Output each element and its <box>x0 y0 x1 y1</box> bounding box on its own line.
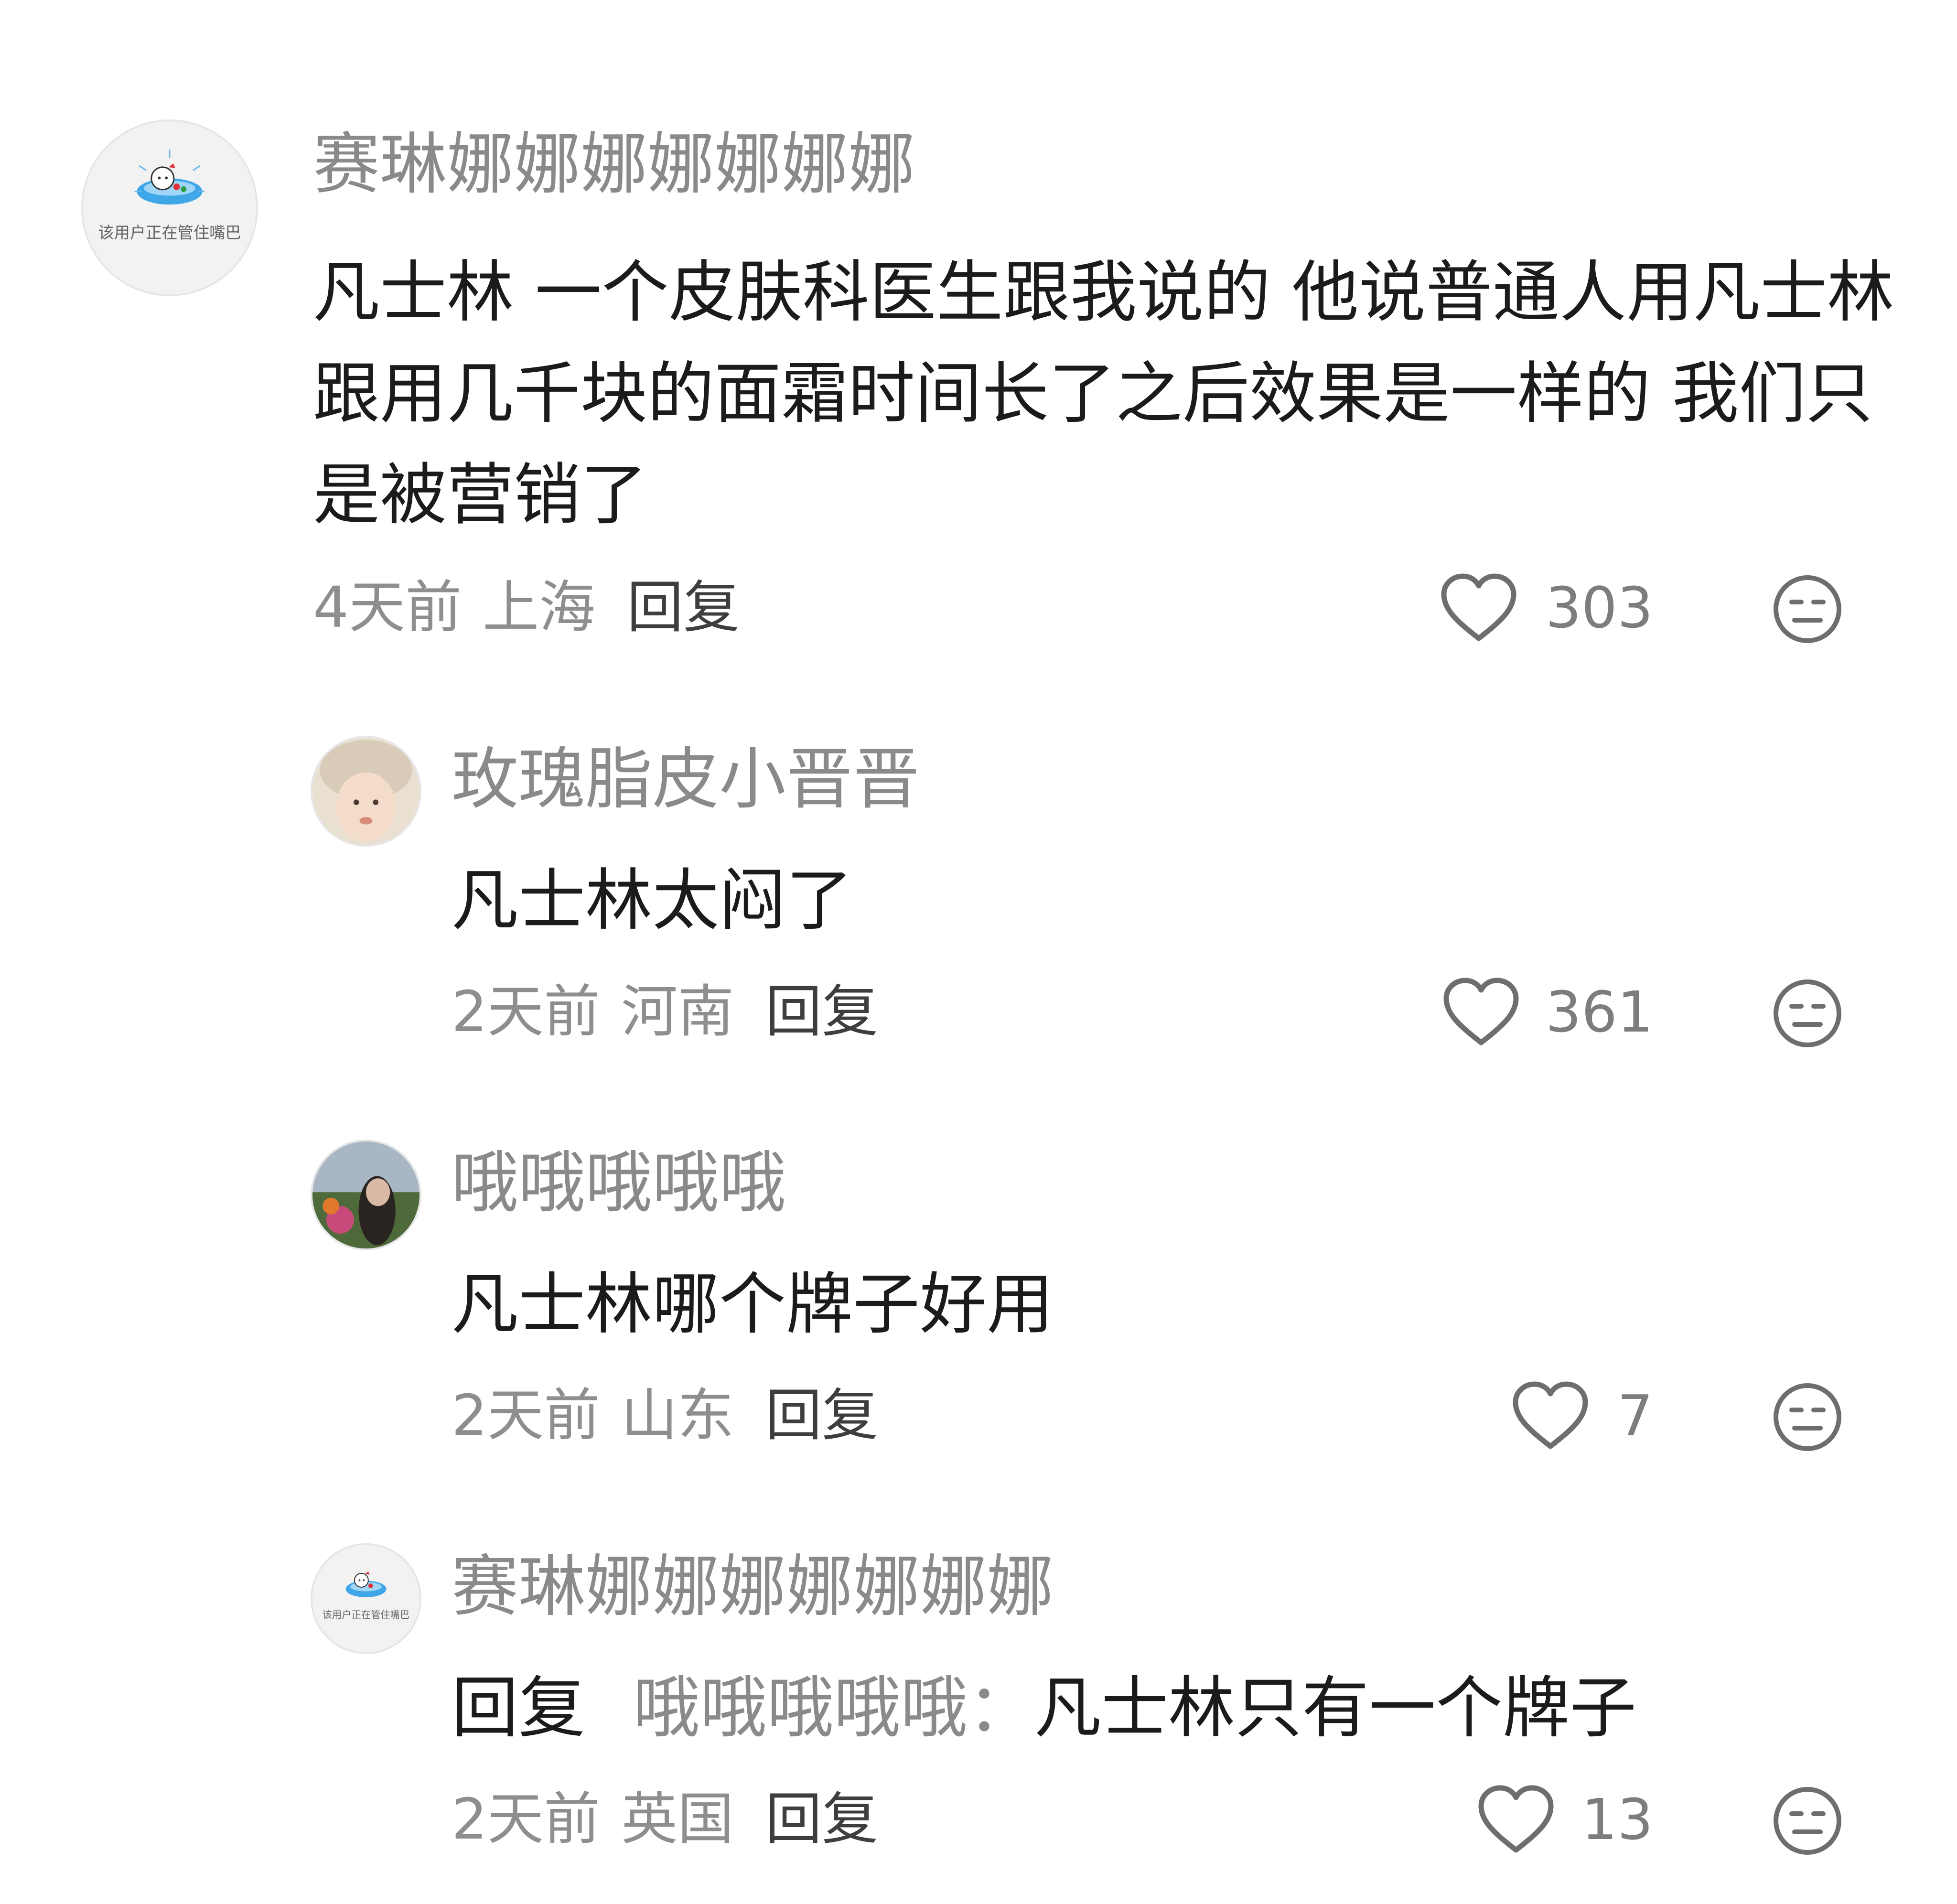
neutral-face-icon <box>1774 979 1841 1047</box>
comment-time: 2天前 <box>452 979 601 1044</box>
comment-text: 凡士林哪个牌子好用 <box>452 1266 1054 1344</box>
like-count: 303 <box>1545 575 1653 641</box>
comment-username[interactable]: 赛琳娜娜娜娜娜娜娜 <box>313 131 915 198</box>
child-photo-icon <box>312 738 419 845</box>
like-button[interactable] <box>1441 976 1522 1047</box>
avatar[interactable]: 该用户正在管住嘴巴 <box>81 119 258 296</box>
comment-location: 河南 <box>621 979 734 1044</box>
comment-location: 英国 <box>621 1786 734 1852</box>
comment-location: 山东 <box>621 1382 734 1448</box>
garden-photo-icon <box>312 1141 419 1248</box>
comment-time: 2天前 <box>452 1786 601 1852</box>
comment-text: 凡士林太闷了 <box>452 862 853 940</box>
like-button[interactable] <box>1438 571 1519 643</box>
reply-button[interactable]: 回复 <box>765 1786 878 1852</box>
like-count: 361 <box>1545 979 1653 1045</box>
hello-kitty-pool-icon: 该用户正在管住嘴巴 <box>312 1545 419 1652</box>
neutral-face-icon <box>1774 1787 1841 1855</box>
comment-meta: 4天前 上海 回复 <box>313 579 740 635</box>
reply-item: 玫瑰脂皮小晋晋 凡士林太闷了 2天前 河南 回复 361 <box>0 717 1957 1089</box>
dislike-button[interactable] <box>1772 1785 1843 1857</box>
comment-text: 凡士林只有一个牌子 <box>1034 1669 1637 1747</box>
like-count: 13 <box>1581 1786 1653 1852</box>
neutral-face-icon <box>1774 1383 1841 1451</box>
neutral-face-icon <box>1774 575 1841 643</box>
comment-text-block: 回复 哦哦哦哦哦：凡士林只有一个牌子 <box>452 1658 1933 1759</box>
hello-kitty-pool-icon: 该用户正在管住嘴巴 <box>83 121 256 294</box>
avatar-caption: 该用户正在管住嘴巴 <box>323 1610 409 1621</box>
comment-username[interactable]: 玫瑰脂皮小晋晋 <box>452 746 920 813</box>
comment-location: 上海 <box>483 574 596 640</box>
comment-username[interactable]: 哦哦哦哦哦 <box>452 1150 786 1217</box>
reply-button[interactable]: 回复 <box>627 574 740 640</box>
comment-meta: 2天前 英国 回复 <box>452 1791 878 1847</box>
reply-button[interactable]: 回复 <box>765 1382 878 1448</box>
comment-text: 凡士林 一个皮肤科医生跟我说的 他说普通人用凡士林跟用几千块的面霜时间长了之后效… <box>313 254 1894 534</box>
reply-item: 哦哦哦哦哦 凡士林哪个牌子好用 2天前 山东 回复 7 <box>0 1120 1957 1493</box>
comment-username[interactable]: 赛琳娜娜娜娜娜娜娜 <box>452 1554 1054 1621</box>
avatar-caption: 该用户正在管住嘴巴 <box>98 225 241 242</box>
reply-button[interactable]: 回复 <box>765 979 878 1044</box>
comment-time: 2天前 <box>452 1382 601 1448</box>
heart-outline-icon <box>1443 978 1519 1045</box>
comment-meta: 2天前 河南 回复 <box>452 983 878 1040</box>
dislike-button[interactable] <box>1772 978 1843 1049</box>
avatar[interactable] <box>311 1140 421 1250</box>
comment-meta: 2天前 山东 回复 <box>452 1387 878 1443</box>
comment-item: 该用户正在管住嘴巴 赛琳娜娜娜娜娜娜娜 凡士林 一个皮肤科医生跟我说的 他说普通… <box>0 0 1957 678</box>
reply-item: 该用户正在管住嘴巴 赛琳娜娜娜娜娜娜娜 回复 哦哦哦哦哦：凡士林只有一个牌子 2天… <box>0 1524 1957 1904</box>
avatar[interactable]: 该用户正在管住嘴巴 <box>311 1543 421 1654</box>
reply-prefix: 回复 <box>452 1669 586 1747</box>
comment-time: 4天前 <box>313 574 462 640</box>
heart-outline-icon <box>1441 573 1516 641</box>
avatar[interactable] <box>311 736 421 847</box>
dislike-button[interactable] <box>1772 1381 1843 1453</box>
reply-target-username[interactable]: 哦哦哦哦哦： <box>633 1669 1034 1747</box>
dislike-button[interactable] <box>1772 573 1843 645</box>
like-count: 7 <box>1617 1383 1653 1449</box>
